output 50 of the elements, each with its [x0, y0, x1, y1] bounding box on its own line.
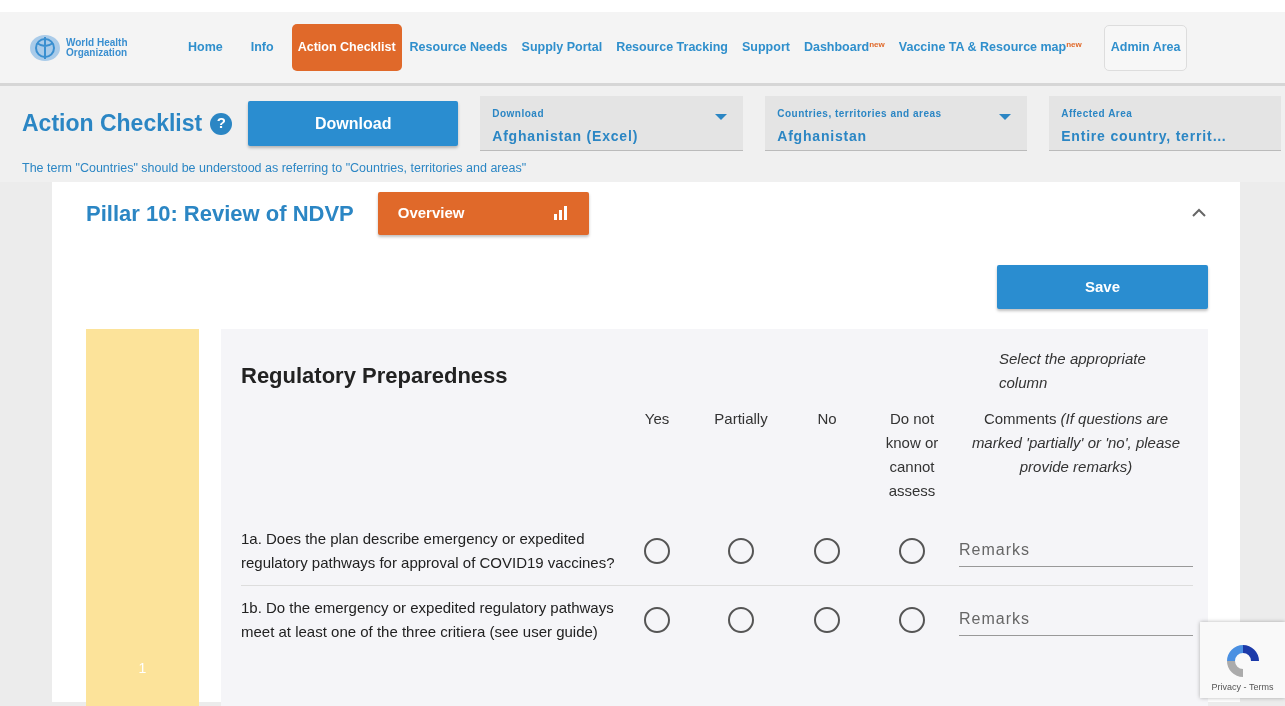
page-title: Action Checklist	[22, 109, 203, 139]
column-header: Partially	[714, 408, 768, 429]
radio-button[interactable]	[899, 537, 925, 564]
remarks-field[interactable]: Remarks	[959, 534, 1193, 568]
nav-link[interactable]: Resource Needs	[403, 24, 514, 71]
dropdown-label: Download	[492, 107, 544, 121]
nav-link[interactable]: Home	[182, 24, 229, 71]
logo-text: World Health Organization	[66, 37, 129, 58]
dropdown-value: Afghanistan	[777, 127, 867, 146]
dropdown[interactable]: Download Afghanistan (Excel)	[480, 96, 744, 151]
save-button[interactable]: Save	[997, 264, 1208, 309]
nav-link[interactable]: Vaccine TA & Resource map$^{new}$	[892, 24, 1088, 71]
dropdown[interactable]: Affected Area Entire country, territ…	[1049, 96, 1282, 151]
question-text: 1b. Do the emergency or expedited regulatory pathways meet at least one of the three critiera (see user guide)	[241, 584, 621, 654]
help-icon[interactable]: ?	[210, 112, 233, 135]
notice-text: The term "Countries" should be understood as referring to "Countries, territories and areas"	[22, 160, 528, 177]
nav-link[interactable]: Support	[736, 24, 796, 71]
recaptcha-links[interactable]: Privacy - Terms	[1211, 680, 1274, 694]
radio-button[interactable]	[644, 606, 670, 633]
section-title: Regulatory Preparedness	[241, 362, 509, 391]
nav-link[interactable]: Info	[244, 24, 280, 71]
column-header: Do not know or cannot assess	[884, 408, 940, 501]
bar-chart-icon	[552, 206, 569, 221]
dropdown-value: Afghanistan (Excel)	[492, 127, 639, 146]
column-header: Yes	[644, 408, 670, 429]
globe-logo-icon	[28, 32, 62, 63]
nav-link[interactable]: Resource Tracking	[610, 24, 734, 71]
instruction-text: Select the appropriate column	[998, 348, 1147, 393]
nav-link[interactable]: Admin Area	[1103, 24, 1188, 71]
column-header: No	[817, 408, 837, 429]
section-number: 1	[138, 658, 147, 678]
remarks-field[interactable]: Remarks	[959, 603, 1193, 637]
dropdown-label: Countries, territories and areas	[777, 107, 942, 121]
dropdown[interactable]: Countries, territories and areas Afghanistan	[765, 96, 1028, 151]
column-header: Comments (If questions are marked 'partially' or 'no', please provide remarks)	[970, 408, 1182, 477]
pillar-title: Pillar 10: Review of NDVP	[86, 199, 354, 228]
dropdown-label: Affected Area	[1061, 107, 1133, 121]
radio-button[interactable]	[814, 537, 840, 564]
radio-button[interactable]	[728, 537, 754, 564]
radio-button[interactable]	[644, 537, 670, 564]
nav-link[interactable]: Action Checklist	[291, 24, 402, 71]
dropdown-value: Entire country, territ…	[1061, 127, 1228, 146]
nav-link[interactable]: Dashboard$^{new}$	[797, 24, 891, 71]
question-text: 1a. Does the plan describe emergency or expedited regulatory pathways for approval of COVID19 vaccines?	[241, 528, 616, 573]
nav-link[interactable]: Supply Portal	[515, 24, 609, 71]
radio-button[interactable]	[728, 606, 754, 633]
download-button[interactable]: Download	[248, 101, 459, 146]
overview-button[interactable]: Overview	[377, 191, 589, 235]
radio-button[interactable]	[899, 606, 925, 633]
radio-button[interactable]	[814, 606, 840, 633]
